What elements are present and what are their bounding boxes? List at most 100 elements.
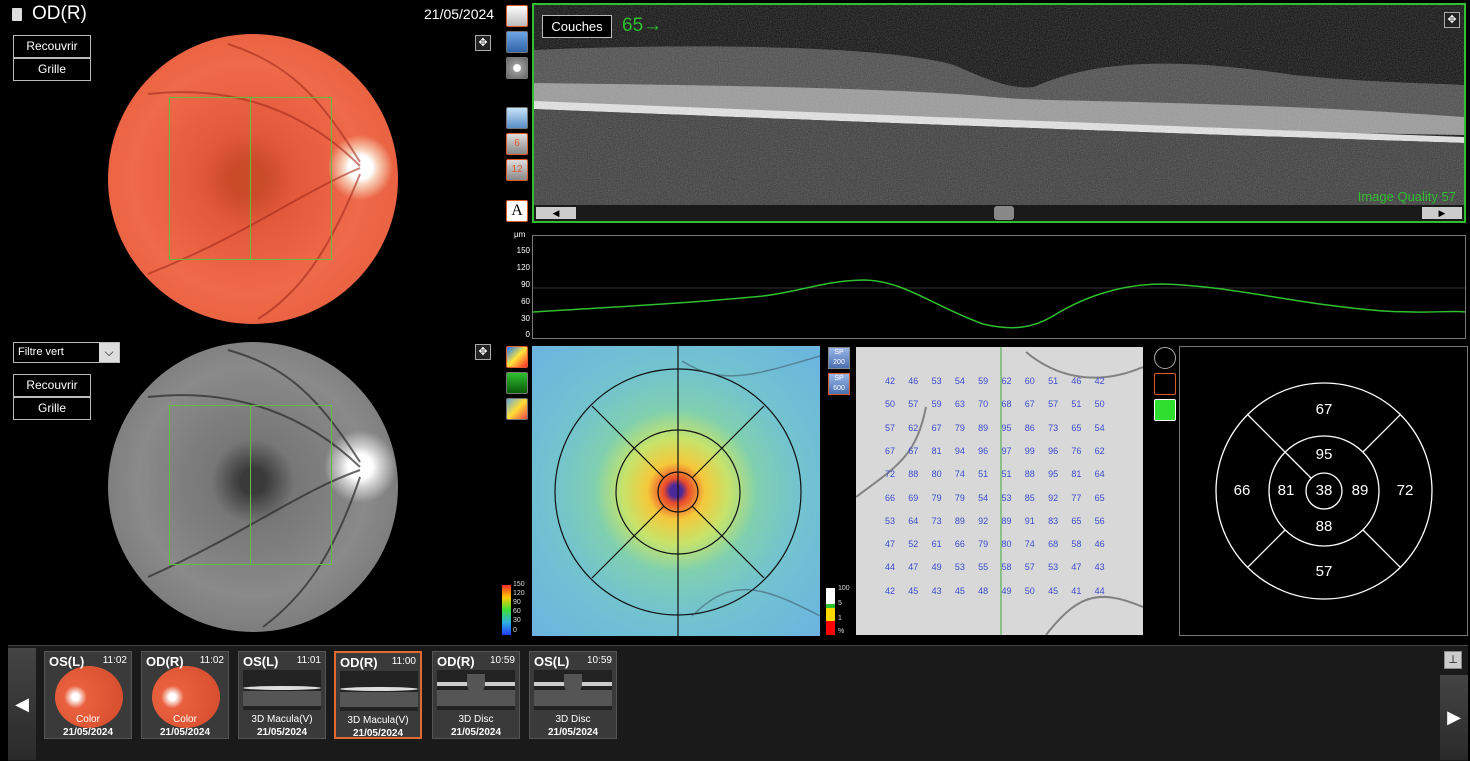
thumbnail-date: 21/05/2024: [450, 727, 502, 738]
exam-thumbnail[interactable]: OD(R) 11:02 Color 21/05/2024: [141, 651, 229, 739]
thumbnail-eye: OS(L): [49, 654, 85, 669]
thumbnail-eye: OS(L): [534, 654, 570, 669]
thumbnail-time: 10:59: [489, 655, 515, 666]
thumbnail-disc-image: [534, 670, 612, 710]
etdrs-inner-left: 81: [1277, 482, 1295, 499]
thumbnail-type: 3D Macula(V): [347, 715, 409, 726]
etdrs-outer-top: 67: [1315, 401, 1333, 418]
thumbnail-type: Color: [76, 714, 100, 725]
grid-button-top[interactable]: Grille: [13, 58, 91, 81]
etdrs-inner-bottom: 88: [1315, 518, 1333, 535]
image-quality-label: Image Quality 57: [1357, 189, 1456, 204]
thumbnail-eye: OS(L): [243, 654, 279, 669]
grid-12-icon[interactable]: 12: [506, 159, 528, 181]
3d-cube-icon[interactable]: [506, 31, 528, 53]
layers-button[interactable]: Couches: [542, 15, 612, 38]
thumbnail-type: Color: [173, 714, 197, 725]
overlay-button-top[interactable]: Recouvrir: [13, 35, 91, 58]
sp-200-button[interactable]: SP 200: [828, 347, 850, 369]
thumbnail-eye: OD(R): [146, 654, 184, 669]
thumbnail-date: 21/05/2024: [62, 727, 114, 738]
etdrs-center: 38: [1315, 482, 1333, 499]
eye-title: OD(R): [32, 3, 87, 24]
thumbnail-oct-image: [243, 670, 321, 710]
3d-surface-icon[interactable]: [506, 398, 528, 420]
scroll-right-arrow-icon[interactable]: ▶: [1422, 207, 1462, 219]
exam-thumbnail[interactable]: OD(R) 10:59 3D Disc 21/05/2024: [432, 651, 520, 739]
thumbnail-type: 3D Macula(V): [251, 714, 313, 725]
color-fundus-image[interactable]: [108, 34, 398, 324]
grid-value: 54: [1094, 422, 1105, 433]
slice-index: 65→: [622, 15, 663, 36]
exam-thumbnail[interactable]: OS(L) 10:59 3D Disc 21/05/2024: [529, 651, 617, 739]
thumbnail-date: 21/05/2024: [256, 727, 308, 738]
scroll-thumb[interactable]: [994, 206, 1014, 220]
thickness-map-icon[interactable]: [506, 346, 528, 368]
etdrs-outer-bottom: 57: [1315, 563, 1333, 580]
circle-grid-icon[interactable]: [1154, 373, 1176, 395]
thumbnail-time: 11:01: [296, 655, 321, 666]
thumbnail-time: 11:02: [199, 655, 224, 666]
grid-6-icon[interactable]: 6: [506, 133, 528, 155]
strip-right-arrow-icon[interactable]: ▶: [1440, 675, 1468, 760]
thumbnail-type: 3D Disc: [555, 714, 591, 725]
thumbnail-date: 21/05/2024: [352, 728, 404, 739]
clipboard-icon: [12, 8, 22, 21]
oct-bscan-panel[interactable]: Couches 65→ ✥ Image Quality 57 ◀ ▶: [532, 3, 1466, 223]
thickness-unit-label: µm: [514, 230, 526, 239]
annotation-a-icon[interactable]: A: [506, 200, 528, 222]
thumbnail-eye: OD(R): [340, 655, 378, 670]
grid-value: 65: [1094, 492, 1105, 503]
expand-icon[interactable]: ✥: [475, 344, 491, 360]
thickness-number-grid[interactable]: 42 46 53 54 59 62 60 51 46 42 50 57 59 63 70 68 67 57 51 50…: [856, 347, 1143, 635]
exam-thumbnail[interactable]: OS(L) 11:01 3D Macula(V) 21/05/2024: [238, 651, 326, 739]
oct-bscan-image: [534, 5, 1464, 221]
etdrs-chart-panel: 38 95 88 81 89 67 57 66 72: [1179, 346, 1468, 636]
pin-icon[interactable]: ⊥: [1444, 651, 1462, 669]
grid-value: 44: [1094, 585, 1105, 596]
exam-thumbnail[interactable]: OD(R) 11:00 3D Macula(V) 21/05/2024: [334, 651, 422, 739]
grid-value: 62: [1094, 445, 1105, 456]
exam-date: 21/05/2024: [424, 6, 495, 22]
expand-icon[interactable]: ✥: [475, 35, 491, 51]
grid-value: 56: [1094, 515, 1105, 526]
thickness-map[interactable]: [532, 346, 820, 636]
grid-value: 50: [1094, 399, 1105, 410]
filter-select[interactable]: Filtre vert ⌵: [13, 342, 120, 363]
scan-grid-top: [169, 97, 332, 260]
thumbnail-oct-image: [340, 671, 418, 711]
red-free-fundus-image[interactable]: [108, 342, 398, 632]
normative-scale-ticks: 100 5 1 %: [838, 585, 850, 635]
green-grid-icon[interactable]: [1154, 399, 1176, 421]
expand-icon[interactable]: ✥: [1444, 12, 1460, 28]
thickness-profile-chart: [532, 235, 1466, 339]
scroll-left-arrow-icon[interactable]: ◀: [536, 207, 576, 219]
disc-icon[interactable]: [506, 57, 528, 79]
thumbnail-time: 11:00: [391, 656, 416, 667]
etdrs-outer-right: 72: [1396, 482, 1414, 499]
thumbnail-disc-image: [437, 670, 515, 710]
overlay-button-bottom[interactable]: Recouvrir: [13, 374, 91, 397]
etdrs-inner-top: 95: [1315, 446, 1333, 463]
grid-value: 64: [1094, 469, 1105, 480]
layers-view-icon[interactable]: [506, 5, 528, 27]
etdrs-outer-left: 66: [1233, 482, 1251, 499]
etdrs-inner-right: 89: [1351, 482, 1369, 499]
sp-600-button[interactable]: SP 600: [828, 373, 850, 395]
thickness-y-axis: 150 120 90 60 30 0: [516, 246, 530, 339]
scan-grid-bottom: [169, 405, 332, 565]
layer-select-icon[interactable]: [506, 107, 528, 129]
thickness-color-scale: [502, 585, 511, 635]
etdrs-chart-icon[interactable]: [1154, 347, 1176, 369]
green-map-icon[interactable]: [506, 372, 528, 394]
bscan-scrollbar[interactable]: ◀ ▶: [534, 205, 1464, 221]
grid-button-bottom[interactable]: Grille: [13, 397, 91, 420]
thumbnail-date: 21/05/2024: [547, 727, 599, 738]
grid-value: 42: [1094, 376, 1105, 386]
thumbnail-type: 3D Disc: [458, 714, 494, 725]
exam-thumbnail[interactable]: OS(L) 11:02 Color 21/05/2024: [44, 651, 132, 739]
thickness-scale-ticks: 150 120 90 60 30 0: [513, 581, 525, 634]
thumbnail-time: 11:02: [102, 655, 127, 666]
strip-left-arrow-icon[interactable]: ◀: [8, 648, 36, 760]
thumbnail-time: 10:59: [586, 655, 612, 666]
